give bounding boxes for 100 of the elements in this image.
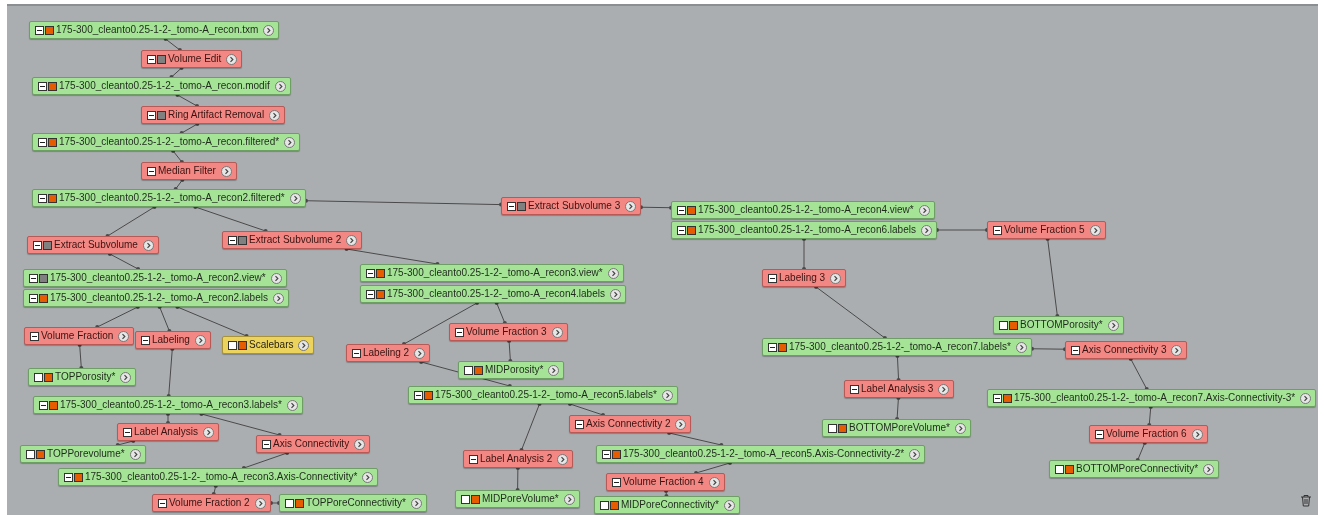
chevron-circle-icon[interactable] (254, 497, 266, 509)
collapse-icon[interactable] (29, 273, 38, 283)
color-square-icon[interactable] (48, 193, 57, 203)
data-object-node[interactable]: 175-300_cleanto0.25-1-2-_tomo-A_recon3.Axis-Connectivity* (58, 468, 379, 486)
chevron-circle-icon[interactable] (194, 334, 206, 346)
chevron-circle-icon[interactable] (607, 267, 619, 279)
module-node[interactable]: Volume Edit (141, 50, 243, 68)
collapse-icon[interactable] (33, 240, 42, 250)
data-object-node[interactable]: 175-300_cleanto0.25-1-2-_tomo-A_recon7.labels* (762, 338, 1032, 356)
chevron-circle-icon[interactable] (346, 234, 358, 246)
chevron-circle-icon[interactable] (414, 347, 426, 359)
data-object-node[interactable]: MIDPorosity* (458, 361, 565, 379)
data-object-node[interactable]: MIDPoreConnectivity* (594, 496, 740, 514)
data-object-node[interactable]: 175-300_cleanto0.25-1-2-_tomo-A_recon6.labels (671, 221, 937, 239)
color-square-icon[interactable] (376, 289, 385, 299)
chevron-circle-icon[interactable] (1300, 392, 1312, 404)
chevron-circle-icon[interactable] (675, 418, 687, 430)
color-square-icon[interactable] (295, 498, 304, 508)
color-square-icon[interactable] (687, 225, 696, 235)
module-node[interactable]: Volume Fraction (24, 327, 135, 345)
display-module-node[interactable]: Scalebars (222, 336, 315, 354)
chevron-circle-icon[interactable] (954, 422, 966, 434)
color-square-icon[interactable] (157, 54, 166, 64)
collapse-icon[interactable] (993, 393, 1002, 403)
blank-square-icon[interactable] (26, 449, 35, 459)
chevron-circle-icon[interactable] (609, 288, 621, 300)
collapse-icon[interactable] (677, 225, 686, 235)
collapse-icon[interactable] (366, 268, 375, 278)
collapse-icon[interactable] (677, 205, 686, 215)
data-object-node[interactable]: MIDPoreVolume* (455, 490, 580, 508)
chevron-circle-icon[interactable] (918, 204, 930, 216)
chevron-circle-icon[interactable] (362, 471, 374, 483)
color-square-icon[interactable] (36, 449, 45, 459)
blank-square-icon[interactable] (34, 372, 43, 382)
data-object-node[interactable]: 175-300_cleanto0.25-1-2-_tomo-A_recon.modif (32, 77, 291, 95)
collapse-icon[interactable] (158, 498, 167, 508)
chevron-circle-icon[interactable] (1203, 463, 1215, 475)
collapse-icon[interactable] (29, 293, 38, 303)
module-node[interactable]: Extract Subvolume (27, 236, 159, 254)
collapse-icon[interactable] (366, 289, 375, 299)
chevron-circle-icon[interactable] (118, 330, 130, 342)
color-square-icon[interactable] (612, 449, 621, 459)
module-node[interactable]: Axis Connectivity 3 (1065, 341, 1188, 359)
chevron-circle-icon[interactable] (220, 165, 232, 177)
color-square-icon[interactable] (49, 400, 58, 410)
collapse-icon[interactable] (30, 331, 39, 341)
data-object-node[interactable]: 175-300_cleanto0.25-1-2-_tomo-A_recon.txm (29, 21, 280, 39)
data-object-node[interactable]: 175-300_cleanto0.25-1-2-_tomo-A_recon2.labels (23, 289, 289, 307)
color-square-icon[interactable] (376, 268, 385, 278)
chevron-circle-icon[interactable] (354, 438, 366, 450)
data-object-node[interactable]: 175-300_cleanto0.25-1-2-_tomo-A_recon3.labels* (33, 396, 303, 414)
chevron-circle-icon[interactable] (563, 493, 575, 505)
chevron-circle-icon[interactable] (202, 426, 214, 438)
color-square-icon[interactable] (778, 342, 787, 352)
blank-square-icon[interactable] (285, 498, 294, 508)
color-square-icon[interactable] (48, 137, 57, 147)
chevron-circle-icon[interactable] (269, 109, 281, 121)
color-square-icon[interactable] (1009, 320, 1018, 330)
data-object-node[interactable]: TOPPorevolume* (20, 445, 146, 463)
collapse-icon[interactable] (147, 166, 156, 176)
collapse-icon[interactable] (507, 201, 516, 211)
data-object-node[interactable]: 175-300_cleanto0.25-1-2-_tomo-A_recon4.labels (360, 285, 626, 303)
chevron-circle-icon[interactable] (1171, 344, 1183, 356)
collapse-icon[interactable] (352, 348, 361, 358)
chevron-circle-icon[interactable] (920, 224, 932, 236)
color-square-icon[interactable] (44, 372, 53, 382)
blank-square-icon[interactable] (461, 494, 470, 504)
chevron-circle-icon[interactable] (298, 339, 310, 351)
collapse-icon[interactable] (64, 472, 73, 482)
blank-square-icon[interactable] (999, 320, 1008, 330)
module-node[interactable]: Label Analysis 3 (844, 380, 955, 398)
blank-square-icon[interactable] (464, 365, 473, 375)
color-square-icon[interactable] (45, 25, 54, 35)
module-node[interactable]: Label Analysis (117, 423, 219, 441)
blank-square-icon[interactable] (600, 500, 609, 510)
module-node[interactable]: Labeling 2 (346, 344, 431, 362)
chevron-circle-icon[interactable] (286, 399, 298, 411)
data-object-node[interactable]: TOPPoreConnectivity* (279, 494, 427, 512)
color-square-icon[interactable] (74, 472, 83, 482)
color-square-icon[interactable] (610, 500, 619, 510)
collapse-icon[interactable] (768, 342, 777, 352)
module-node[interactable]: Labeling (135, 331, 211, 349)
color-square-icon[interactable] (474, 365, 483, 375)
module-node[interactable]: Extract Subvolume 2 (222, 231, 363, 249)
chevron-circle-icon[interactable] (1089, 224, 1101, 236)
chevron-circle-icon[interactable] (226, 53, 238, 65)
color-square-icon[interactable] (687, 205, 696, 215)
module-node[interactable]: Extract Subvolume 3 (501, 197, 642, 215)
collapse-icon[interactable] (993, 225, 1002, 235)
trash-icon[interactable] (1300, 494, 1312, 507)
chevron-circle-icon[interactable] (625, 200, 637, 212)
collapse-icon[interactable] (123, 427, 132, 437)
chevron-circle-icon[interactable] (410, 497, 422, 509)
color-square-icon[interactable] (43, 240, 52, 250)
color-square-icon[interactable] (157, 110, 166, 120)
chevron-circle-icon[interactable] (661, 389, 673, 401)
color-square-icon[interactable] (424, 390, 433, 400)
collapse-icon[interactable] (35, 25, 44, 35)
collapse-icon[interactable] (469, 454, 478, 464)
collapse-icon[interactable] (38, 81, 47, 91)
